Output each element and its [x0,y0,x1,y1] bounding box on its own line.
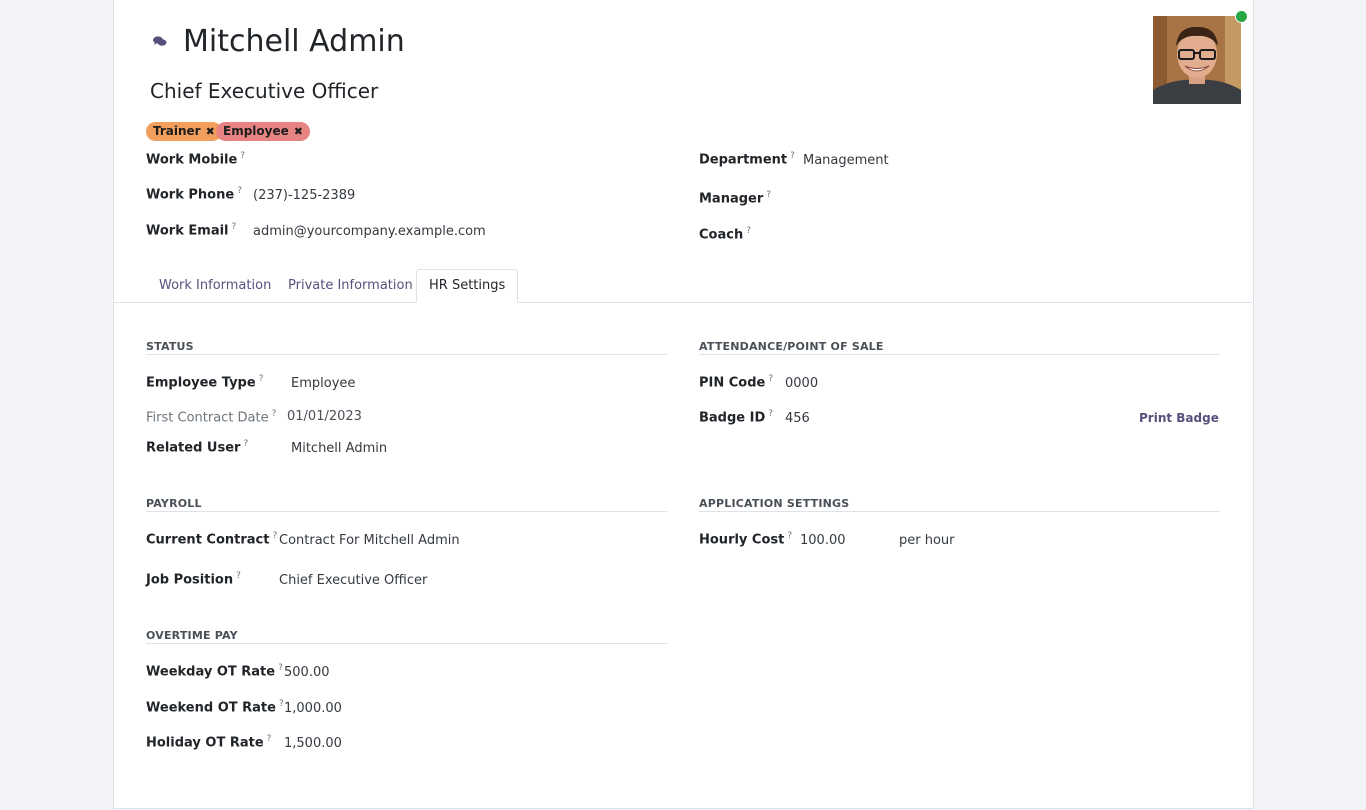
close-icon[interactable]: ✖ [206,122,215,141]
help-icon[interactable]: ? [236,571,241,581]
help-icon[interactable]: ? [768,374,773,384]
help-icon[interactable]: ? [243,439,248,449]
help-icon[interactable]: ? [746,226,751,236]
coach-field[interactable] [803,226,1203,244]
employee-type-label: Employee Type? [146,374,264,391]
tag-trainer[interactable]: Trainer ✖ [146,122,222,141]
hourly-cost-unit: per hour [899,533,955,548]
help-icon[interactable]: ? [259,374,264,384]
work-phone-field[interactable]: (237)-125-2389 [253,188,355,203]
section-title-attendance: ATTENDANCE/POINT OF SALE [699,340,884,353]
work-mobile-label: Work Mobile? [146,151,246,168]
section-rule [146,354,667,355]
employee-job-title[interactable]: Chief Executive Officer [150,78,378,104]
chat-bubbles-icon[interactable] [153,35,167,47]
help-icon[interactable]: ? [790,151,795,161]
employee-type-select[interactable]: Employee [291,376,355,391]
section-title-payroll: PAYROLL [146,497,202,510]
job-position-label: Job Position? [146,571,241,588]
badge-id-label: Badge ID? [699,409,774,426]
help-icon[interactable]: ? [267,734,272,744]
tag-label: Employee [223,124,289,138]
section-title-application-settings: APPLICATION SETTINGS [699,497,850,510]
tag-label: Trainer [153,124,201,138]
section-title-status: STATUS [146,340,194,353]
help-icon[interactable]: ? [272,409,277,419]
manager-label: Manager? [699,190,772,207]
print-badge-button[interactable]: Print Badge [1139,411,1219,425]
section-title-overtime-pay: OVERTIME PAY [146,629,238,642]
help-icon[interactable]: ? [240,151,245,161]
pin-code-label: PIN Code? [699,374,774,391]
work-mobile-field[interactable] [253,153,653,171]
section-rule [699,511,1220,512]
hourly-cost-label: Hourly Cost? [699,531,793,548]
tabs-divider [114,302,1252,303]
first-contract-date-field[interactable]: 01/01/2023 [287,409,362,424]
manager-field[interactable] [803,190,1203,208]
weekend-ot-rate-label: Weekend OT Rate? [146,699,284,716]
related-user-label: Related User? [146,439,249,456]
help-icon[interactable]: ? [272,531,277,541]
tab-hr-settings[interactable]: HR Settings [416,269,519,303]
related-user-field[interactable]: Mitchell Admin [291,441,387,456]
help-icon[interactable]: ? [237,186,242,196]
hourly-cost-field[interactable]: 100.00 [800,533,846,548]
work-email-field[interactable]: admin@yourcompany.example.com [253,224,486,239]
pin-code-field[interactable]: 0000 [785,376,818,391]
department-field[interactable]: Management [803,153,889,168]
employee-name[interactable]: Mitchell Admin [183,22,405,62]
coach-label: Coach? [699,226,751,243]
section-rule [699,354,1220,355]
help-icon[interactable]: ? [787,531,792,541]
current-contract-label: Current Contract? [146,531,278,548]
help-icon[interactable]: ? [768,409,773,419]
tab-private-information[interactable]: Private Information [276,270,425,302]
work-email-label: Work Email? [146,222,237,239]
help-icon[interactable]: ? [766,190,771,200]
section-rule [146,511,667,512]
first-contract-date-label: First Contract Date? [146,409,277,426]
weekday-ot-rate-label: Weekday OT Rate? [146,663,283,680]
employee-avatar[interactable] [1153,16,1241,104]
work-phone-label: Work Phone? [146,186,242,203]
section-rule [146,643,667,644]
department-label: Department? [699,151,795,168]
weekend-ot-rate-field[interactable]: 1,000.00 [284,701,342,716]
badge-id-field[interactable]: 456 [785,411,810,426]
online-status-icon [1235,10,1248,23]
avatar-photo-icon [1153,16,1241,104]
holiday-ot-rate-field[interactable]: 1,500.00 [284,736,342,751]
tag-employee[interactable]: Employee ✖ [216,122,310,141]
job-position-field[interactable]: Chief Executive Officer [279,573,427,588]
current-contract-field[interactable]: Contract For Mitchell Admin [279,533,460,548]
help-icon[interactable]: ? [232,222,237,232]
tab-work-information[interactable]: Work Information [147,270,283,302]
close-icon[interactable]: ✖ [294,122,303,141]
weekday-ot-rate-field[interactable]: 500.00 [284,665,330,680]
holiday-ot-rate-label: Holiday OT Rate? [146,734,272,751]
help-icon[interactable]: ? [278,663,283,673]
